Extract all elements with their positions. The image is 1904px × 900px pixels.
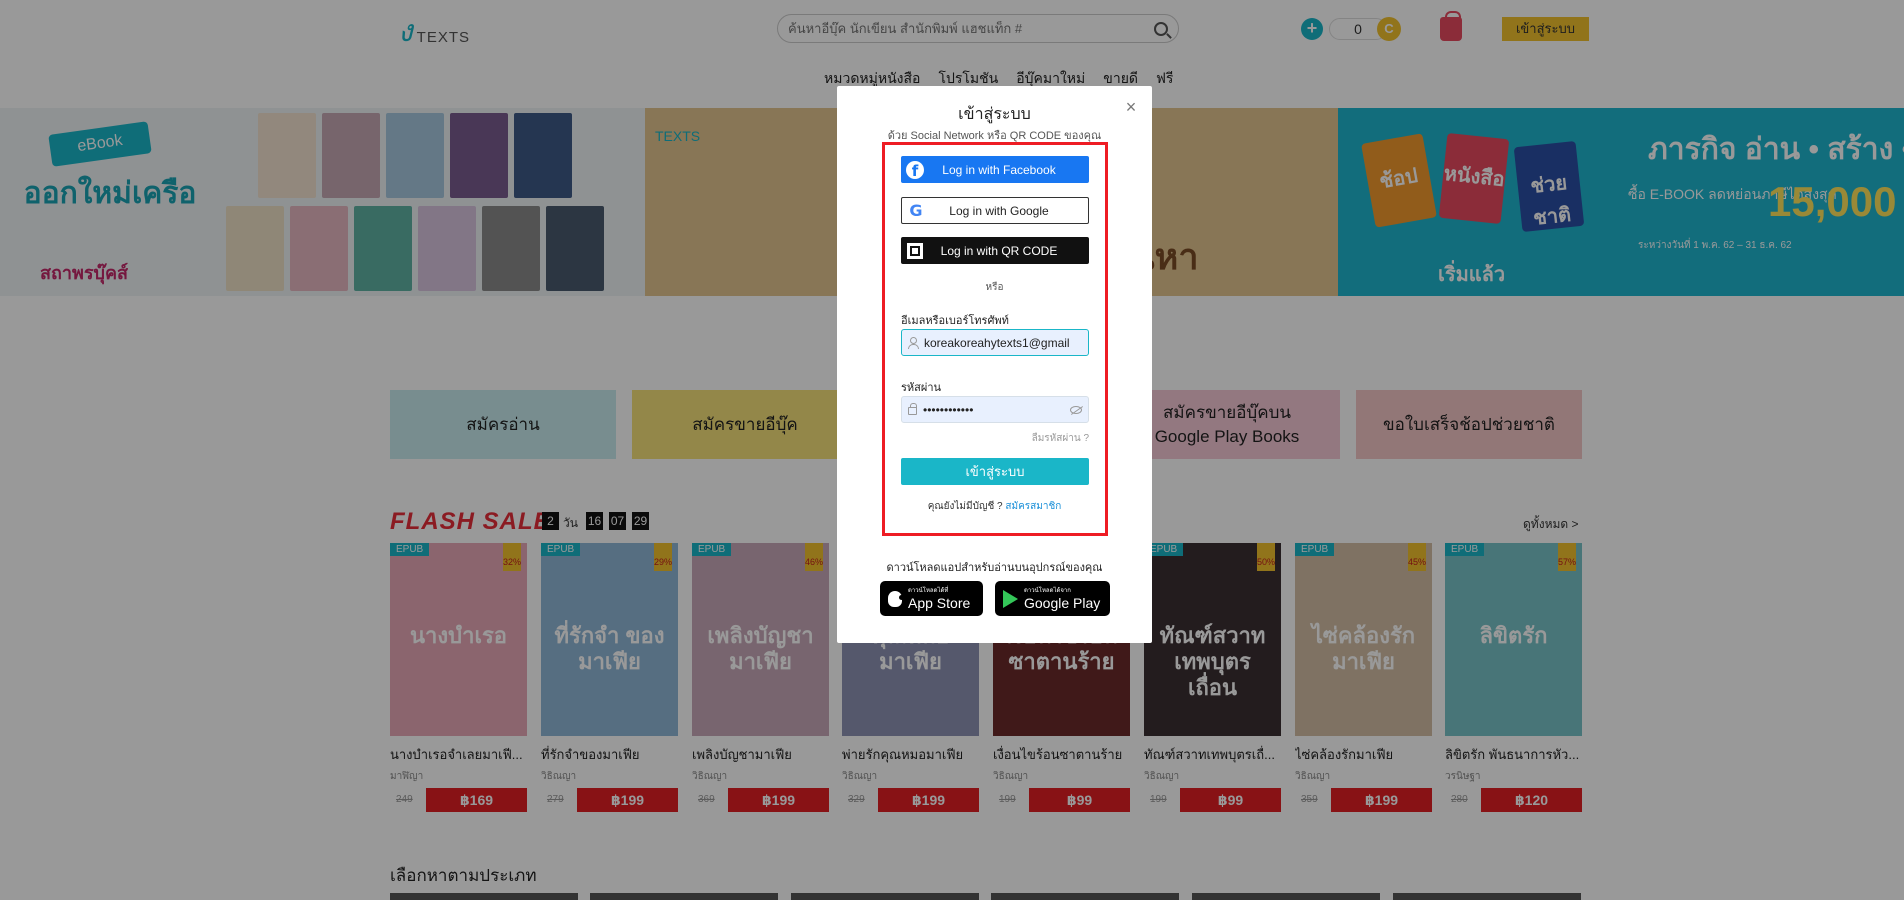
- password-field[interactable]: [901, 396, 1089, 423]
- login-submit-button[interactable]: เข้าสู่ระบบ: [901, 458, 1089, 485]
- password-input[interactable]: [923, 402, 1070, 417]
- facebook-login-button[interactable]: f Log in with Facebook: [901, 156, 1089, 183]
- or-divider: หรือ: [985, 282, 1004, 293]
- qr-login-button[interactable]: Log in with QR CODE: [901, 237, 1089, 264]
- no-account-text: คุณยังไม่มีบัญชี ?: [927, 501, 1003, 512]
- login-modal: เข้าสู่ระบบ ด้วย Social Network หรือ QR …: [837, 86, 1152, 643]
- apple-icon: [888, 590, 904, 607]
- app-store-small-text: ดาวน์โหลดได้ที่: [908, 587, 949, 594]
- google-login-button[interactable]: G Log in with Google: [901, 197, 1089, 224]
- eye-hide-icon[interactable]: [1070, 405, 1082, 414]
- google-play-icon: [1003, 589, 1018, 608]
- email-input[interactable]: [924, 335, 1082, 350]
- app-store-label: App Store: [908, 594, 971, 611]
- google-login-label: Log in with Google: [949, 203, 1049, 218]
- google-play-small-text: ดาวน์โหลดได้จาก: [1024, 587, 1071, 594]
- close-icon[interactable]: ×: [1122, 98, 1140, 116]
- google-icon: G: [909, 201, 923, 220]
- qr-login-label: Log in with QR CODE: [940, 243, 1058, 258]
- google-play-label: Google Play: [1024, 594, 1101, 611]
- lock-icon: [908, 403, 917, 415]
- register-prompt: คุณยังไม่มีบัญชี ? สมัครสมาชิก: [837, 499, 1152, 514]
- qr-code-icon: [907, 242, 923, 259]
- register-link[interactable]: สมัครสมาชิก: [1005, 501, 1061, 512]
- email-label: อีเมลหรือเบอร์โทรศัพท์: [901, 315, 1009, 327]
- facebook-login-label: Log in with Facebook: [942, 162, 1056, 177]
- download-app-text: ดาวน์โหลดแอปสำหรับอ่านบนอุปกรณ์ของคุณ: [886, 562, 1103, 574]
- email-field[interactable]: [901, 329, 1089, 356]
- password-label: รหัสผ่าน: [901, 382, 942, 394]
- app-store-button[interactable]: ดาวน์โหลดได้ที่ App Store: [880, 581, 983, 616]
- user-icon: [908, 337, 919, 349]
- google-play-button[interactable]: ดาวน์โหลดได้จาก Google Play: [995, 581, 1110, 616]
- modal-title: เข้าสู่ระบบ: [958, 106, 1031, 123]
- forgot-password-link[interactable]: ลืมรหัสผ่าน ?: [987, 431, 1089, 446]
- facebook-icon: f: [906, 160, 924, 180]
